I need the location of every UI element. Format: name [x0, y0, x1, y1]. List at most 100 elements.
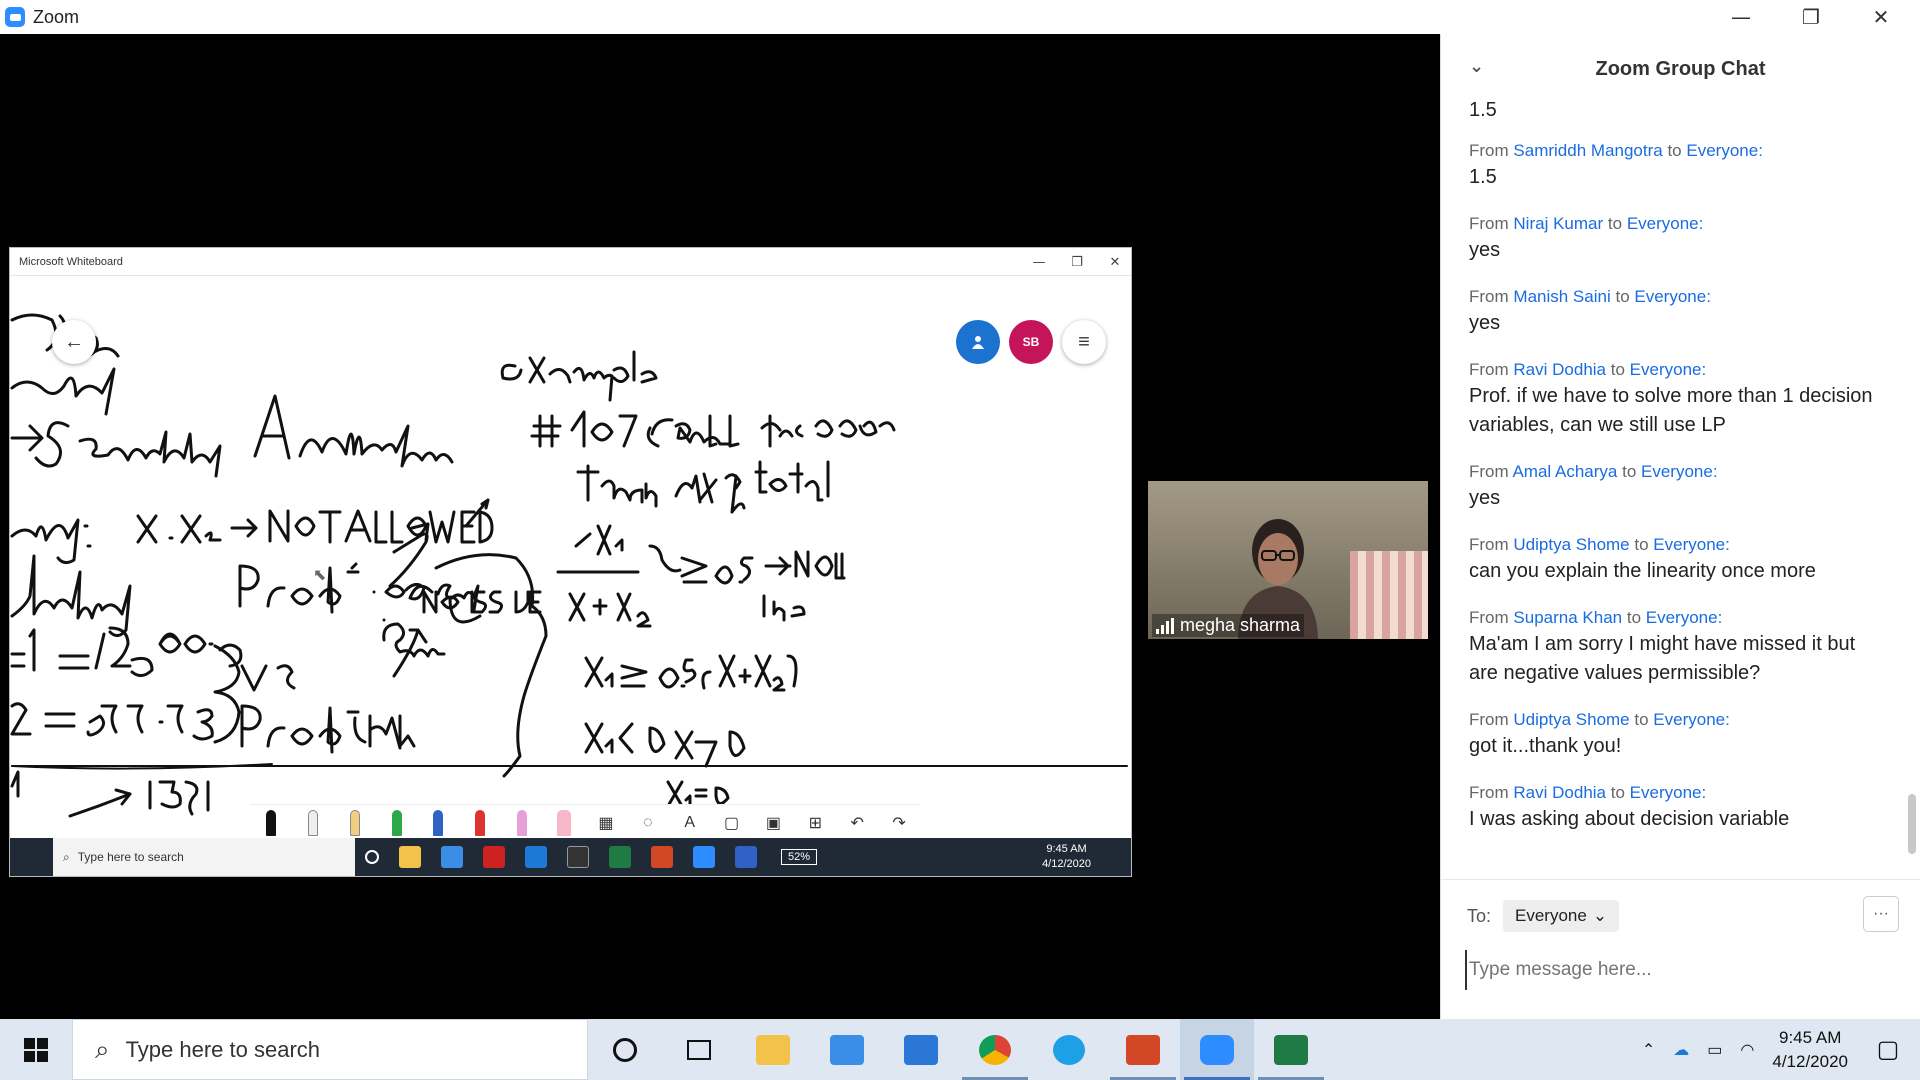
recipient-name[interactable]: Everyone:	[1634, 287, 1711, 306]
chat-message-list[interactable]: 1.5 From Samriddh Mangotra to Everyone: 1…	[1441, 96, 1909, 876]
to-label: to	[1634, 710, 1649, 729]
file-explorer-button[interactable]	[736, 1019, 810, 1080]
chat-message: From Udiptya Shome to Everyone: can you e…	[1469, 533, 1909, 586]
chrome-button[interactable]	[958, 1019, 1032, 1080]
pen-black-tool[interactable]	[260, 808, 282, 838]
highlighter-tool[interactable]	[511, 808, 533, 838]
wifi-icon[interactable]: ◠	[1740, 1040, 1754, 1060]
chat-message-meta: From Ravi Dodhia to Everyone:	[1469, 781, 1909, 805]
chat-message-meta: From Manish Saini to Everyone:	[1469, 285, 1909, 309]
sender-name[interactable]: Udiptya Shome	[1513, 710, 1629, 729]
from-label: From	[1469, 608, 1509, 627]
chat-message-text: yes	[1469, 312, 1501, 334]
taskbar-search-box[interactable]: ⌕ Type here to search	[72, 1019, 588, 1080]
to-label: to	[1610, 360, 1625, 379]
excel-icon	[1274, 1034, 1308, 1065]
insert-icon[interactable]: ⊞	[804, 808, 826, 838]
sender-name[interactable]: Ravi Dodhia	[1513, 360, 1606, 379]
recipient-name[interactable]: Everyone:	[1630, 783, 1707, 802]
powerpoint-button[interactable]	[1106, 1019, 1180, 1080]
chat-scrollbar[interactable]	[1908, 794, 1916, 854]
notification-icon[interactable]: ▢	[1866, 1019, 1910, 1080]
minimize-button[interactable]: —	[1706, 0, 1776, 34]
recipient-name[interactable]: Everyone:	[1646, 608, 1723, 627]
chat-message: From Niraj Kumar to Everyone: yes	[1469, 212, 1909, 265]
whiteboard-canvas[interactable]: ← SB ≡ ▦ ◌ A ▢ ▣ ⊞ ↶ ↷	[10, 276, 1131, 840]
participant-video[interactable]: megha sharma	[1148, 481, 1428, 639]
sender-name[interactable]: Suparna Khan	[1513, 608, 1622, 627]
signal-icon	[1156, 617, 1174, 634]
store-icon	[830, 1034, 864, 1065]
user-avatar[interactable]: SB	[1009, 320, 1053, 364]
lasso-icon[interactable]: ◌	[637, 808, 659, 838]
eraser-tool[interactable]	[553, 808, 575, 838]
from-label: From	[1469, 287, 1509, 306]
ruler-icon[interactable]: ▦	[595, 808, 617, 838]
whiteboard-icon	[735, 846, 757, 868]
sender-name[interactable]: Samriddh Mangotra	[1513, 141, 1662, 160]
cortana-button[interactable]	[588, 1019, 662, 1080]
chat-message-input[interactable]	[1465, 950, 1885, 990]
taskbar-clock[interactable]: 9:45 AM 4/12/2020	[1772, 1026, 1848, 1074]
redo-icon[interactable]: ↷	[888, 808, 910, 838]
recipient-name[interactable]: Everyone:	[1653, 535, 1730, 554]
chat-message-text: 1.5	[1469, 99, 1497, 121]
collapse-chevron-icon[interactable]: ⌄	[1469, 56, 1484, 77]
recipient-name[interactable]: Everyone:	[1641, 462, 1718, 481]
more-options-button[interactable]: ···	[1863, 896, 1899, 932]
recipient-name[interactable]: Everyone:	[1686, 141, 1763, 160]
chat-message-text: Ma'am I am sorry I might have missed it …	[1469, 633, 1856, 684]
sender-name[interactable]: Udiptya Shome	[1513, 535, 1629, 554]
chat-message: From Suparna Khan to Everyone: Ma'am I am…	[1469, 606, 1909, 688]
chat-message: From Amal Acharya to Everyone: yes	[1469, 460, 1909, 513]
chevron-down-icon: ⌄	[1592, 906, 1608, 925]
undo-icon[interactable]: ↶	[846, 808, 868, 838]
share-view: Microsoft Whiteboard — ❐ ✕ ← SB ≡ ▦ ◌ A …	[0, 34, 1440, 1019]
excel-button[interactable]	[1254, 1019, 1328, 1080]
close-button[interactable]: ✕	[1846, 0, 1916, 34]
battery-icon[interactable]: ▭	[1707, 1040, 1722, 1060]
whiteboard-toolbar: ▦ ◌ A ▢ ▣ ⊞ ↶ ↷	[250, 804, 920, 840]
text-icon[interactable]: A	[679, 808, 701, 838]
sender-name[interactable]: Manish Saini	[1513, 287, 1610, 306]
store-button[interactable]	[810, 1019, 884, 1080]
participant-name: megha sharma	[1180, 615, 1301, 635]
to-label: to	[1615, 287, 1630, 306]
from-label: From	[1469, 710, 1509, 729]
sender-name[interactable]: Amal Acharya	[1512, 462, 1617, 481]
system-tray: ⌃ ☁ ▭ ◠ 9:45 AM 4/12/2020 ▢	[1642, 1019, 1920, 1080]
chat-message-text: can you explain the linearity once more	[1469, 560, 1816, 582]
pen-green-tool[interactable]	[386, 808, 408, 838]
restore-button[interactable]: ❐	[1776, 0, 1846, 34]
recipient-name[interactable]: Everyone:	[1627, 214, 1704, 233]
image-icon[interactable]: ▣	[762, 808, 784, 838]
chevron-up-icon[interactable]: ⌃	[1642, 1040, 1655, 1060]
recipient-dropdown[interactable]: Everyone ⌄	[1503, 900, 1620, 932]
onedrive-icon[interactable]: ☁	[1673, 1040, 1689, 1060]
shared-search-box: ⌕ Type here to search	[53, 838, 355, 876]
pen-blue-tool[interactable]	[427, 808, 449, 838]
recipient-name[interactable]: Everyone:	[1630, 360, 1707, 379]
mouse-cursor-icon: ⬉	[313, 567, 327, 584]
task-view-button[interactable]	[662, 1019, 736, 1080]
chat-message-text: yes	[1469, 487, 1501, 509]
start-button[interactable]	[0, 1019, 72, 1080]
share-user-button[interactable]	[956, 320, 1000, 364]
zoom-taskbar-button[interactable]	[1180, 1019, 1254, 1080]
recipient-name[interactable]: Everyone:	[1653, 710, 1730, 729]
back-button[interactable]: ←	[52, 320, 96, 364]
mail-button[interactable]	[884, 1019, 958, 1080]
pen-white-tool[interactable]	[302, 808, 324, 838]
chat-message-meta: From Suparna Khan to Everyone:	[1469, 606, 1909, 630]
menu-button[interactable]: ≡	[1062, 320, 1106, 364]
chat-message: From Ravi Dodhia to Everyone: Prof. if we…	[1469, 358, 1909, 440]
windows-logo-icon	[24, 1037, 48, 1062]
pen-yellow-tool[interactable]	[344, 808, 366, 838]
sender-name[interactable]: Niraj Kumar	[1513, 214, 1603, 233]
wb-restore-icon: ❐	[1071, 254, 1083, 270]
note-icon[interactable]: ▢	[721, 808, 743, 838]
chat-message-text: I was asking about decision variable	[1469, 808, 1790, 830]
sender-name[interactable]: Ravi Dodhia	[1513, 783, 1606, 802]
ie-button[interactable]	[1032, 1019, 1106, 1080]
pen-red-tool[interactable]	[469, 808, 491, 838]
